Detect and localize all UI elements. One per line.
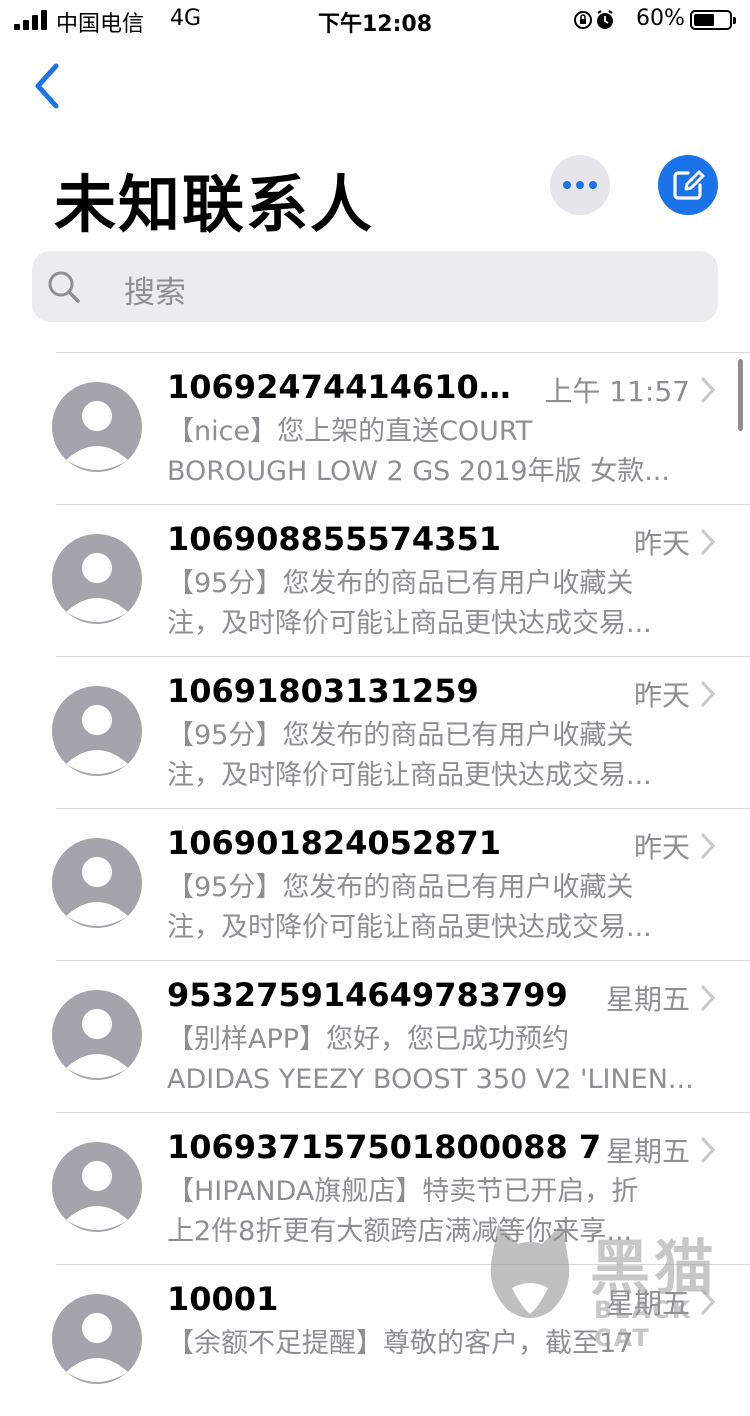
message-date: 昨天 [633, 679, 690, 712]
sender-name: 106901824052871 [167, 824, 501, 862]
preview-line: 【nice】您上架的直送COURT [167, 416, 533, 447]
ellipsis-icon [563, 181, 597, 189]
sender-name: 106937157501800088 7 [167, 1128, 602, 1166]
message-date: 昨天 [633, 831, 690, 864]
preview-line: 注，及时降价可能让商品更快达成交易... [167, 608, 652, 639]
conversation-row[interactable]: 106901824052871 昨天 【95分】您发布的商品已有用户收藏关 注，… [0, 808, 750, 960]
conversation-row[interactable]: 10691803131259 昨天 【95分】您发布的商品已有用户收藏关 注，及… [0, 656, 750, 808]
preview-line: 注，及时降价可能让商品更快达成交易... [167, 760, 652, 791]
chevron-right-icon [701, 377, 716, 403]
avatar [52, 686, 142, 776]
message-date: 星期五 [605, 1135, 690, 1168]
chevron-left-icon [35, 63, 59, 109]
conversation-row[interactable]: 953275914649783799 星期五 【别样APP】您好，您已成功预约 … [0, 960, 750, 1112]
chevron-right-icon [701, 1137, 716, 1163]
conversation-row[interactable]: 106908855574351 昨天 【95分】您发布的商品已有用户收藏关 注，… [0, 504, 750, 656]
battery-icon [690, 10, 736, 30]
search-input[interactable]: 搜索 [32, 251, 718, 322]
preview-line: 注，及时降价可能让商品更快达成交易... [167, 912, 652, 943]
compose-button[interactable] [658, 155, 718, 215]
avatar [52, 838, 142, 928]
back-button[interactable] [28, 62, 68, 110]
message-preview: 【nice】您上架的直送COURT BOROUGH LOW 2 GS 2019年… [167, 412, 717, 492]
message-preview: 【别样APP】您好，您已成功预约 ADIDAS YEEZY BOOST 350 … [167, 1020, 717, 1100]
message-preview: 【95分】您发布的商品已有用户收藏关 注，及时降价可能让商品更快达成交易... [167, 716, 717, 796]
message-date: 上午 11:57 [544, 375, 690, 408]
watermark-chars: 黑猫 [590, 1234, 718, 1304]
avatar [52, 382, 142, 472]
watermark-text: BLACK CAT [594, 1296, 693, 1352]
search-icon [48, 271, 80, 303]
battery-fill [694, 14, 715, 26]
chevron-right-icon [701, 681, 716, 707]
preview-line: 【95分】您发布的商品已有用户收藏关 [167, 568, 634, 599]
watermark: 黑猫 BLACK CAT [478, 1218, 750, 1352]
battery-percentage: 60% [636, 6, 685, 31]
preview-line: 【HIPANDA旗舰店】特卖节已开启，折 [167, 1176, 639, 1207]
avatar [52, 534, 142, 624]
black-cat-logo-icon [490, 1224, 570, 1318]
sender-name: 953275914649783799 [167, 976, 568, 1014]
message-preview: 【95分】您发布的商品已有用户收藏关 注，及时降价可能让商品更快达成交易... [167, 564, 717, 644]
sender-name: 10691803131259 [167, 672, 479, 710]
sender-name: 10001 [167, 1280, 279, 1318]
sender-name: 1069247441461048... [167, 368, 527, 406]
preview-line: 【别样APP】您好，您已成功预约 [167, 1024, 570, 1055]
search-placeholder: 搜索 [124, 275, 186, 311]
conversation-row[interactable]: 1069247441461048... 上午 11:57 【nice】您上架的直… [0, 352, 750, 504]
more-options-button[interactable] [550, 155, 610, 215]
chevron-right-icon [701, 833, 716, 859]
message-preview: 【95分】您发布的商品已有用户收藏关 注，及时降价可能让商品更快达成交易... [167, 868, 717, 948]
chevron-right-icon [701, 985, 716, 1011]
compose-icon [673, 170, 705, 200]
sender-name: 106908855574351 [167, 520, 501, 558]
avatar [52, 990, 142, 1080]
scroll-indicator[interactable] [738, 359, 743, 431]
rotation-lock-and-alarm-icon [574, 10, 613, 29]
avatar [52, 1142, 142, 1232]
preview-line: ADIDAS YEEZY BOOST 350 V2 'LINEN... [167, 1064, 694, 1095]
preview-line: 【95分】您发布的商品已有用户收藏关 [167, 720, 634, 751]
message-date: 星期五 [605, 983, 690, 1016]
avatar [52, 1294, 142, 1384]
message-date: 昨天 [633, 527, 690, 560]
preview-line: BOROUGH LOW 2 GS 2019年版 女款... [167, 456, 670, 487]
page-title: 未知联系人 [54, 168, 375, 241]
status-bar: 中国电信 4G 下午12:08 60% [0, 0, 750, 40]
chevron-right-icon [701, 529, 716, 555]
preview-line: 【95分】您发布的商品已有用户收藏关 [167, 872, 634, 903]
